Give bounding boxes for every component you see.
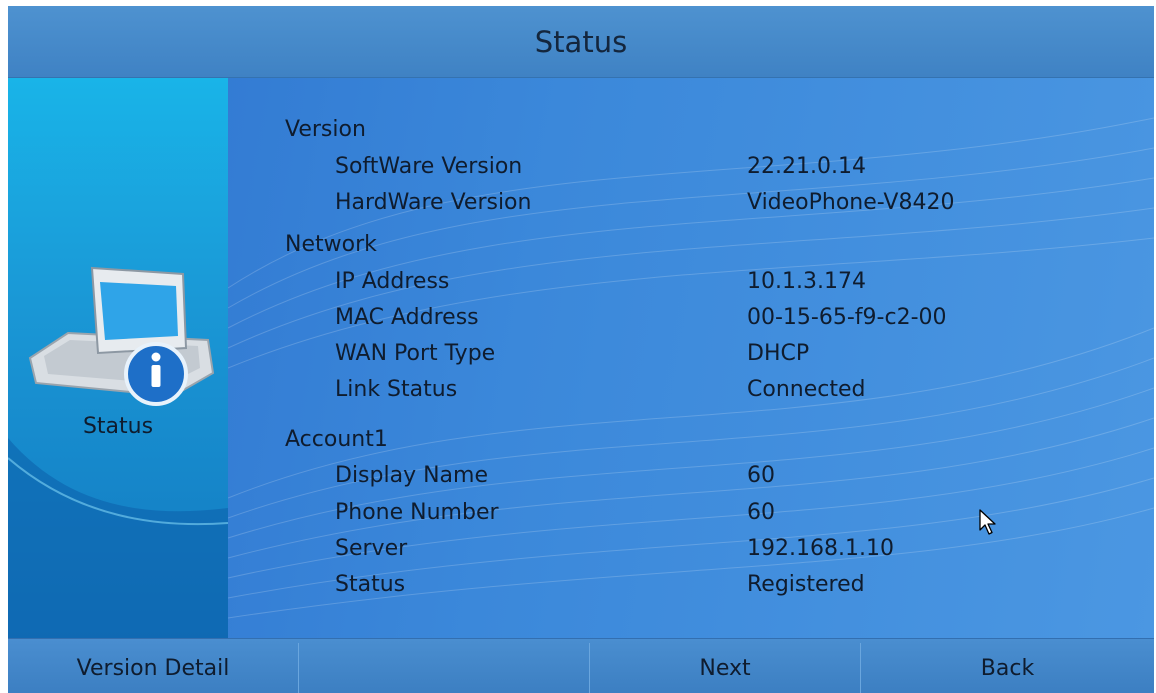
software-version-value: 22.21.0.14 — [747, 154, 866, 179]
link-status-value: Connected — [747, 377, 866, 402]
softkey-bar: Version Detail Next Back — [8, 638, 1154, 693]
version-detail-button[interactable]: Version Detail — [8, 639, 298, 693]
software-version-label: SoftWare Version — [335, 154, 523, 179]
display-name-value: 60 — [747, 463, 775, 488]
wan-port-type-value: DHCP — [747, 341, 810, 366]
phone-info-icon — [28, 266, 215, 406]
server-value: 192.168.1.10 — [747, 536, 894, 561]
left-panel-art — [8, 266, 228, 638]
mouse-pointer-icon — [979, 509, 996, 535]
mac-address-label: MAC Address — [335, 305, 479, 330]
panel-label: Status — [82, 414, 154, 439]
registration-status-label: Status — [335, 572, 406, 597]
section-network-title: Network — [285, 232, 377, 257]
left-panel: Status — [8, 78, 228, 638]
mac-address-value: 00-15-65-f9-c2-00 — [747, 305, 947, 330]
empty-softkey[interactable] — [299, 639, 589, 693]
status-content: Status Version SoftWare Version 22.21.0.… — [8, 78, 1154, 638]
ip-address-value: 10.1.3.174 — [747, 269, 866, 294]
section-account1-title: Account1 — [285, 427, 388, 452]
server-label: Server — [335, 536, 408, 561]
display-name-label: Display Name — [335, 463, 488, 488]
next-button[interactable]: Next — [590, 639, 860, 693]
wan-port-type-label: WAN Port Type — [335, 341, 496, 366]
phone-number-label: Phone Number — [335, 500, 499, 525]
title-bar: Status — [8, 6, 1154, 78]
hardware-version-label: HardWare Version — [335, 190, 532, 215]
page-title: Status — [534, 25, 628, 59]
phone-screen: Status Status Version SoftWare Version 2… — [8, 6, 1154, 693]
ip-address-label: IP Address — [335, 269, 450, 294]
section-version-title: Version — [285, 117, 366, 142]
back-button[interactable]: Back — [861, 639, 1154, 693]
link-status-label: Link Status — [335, 377, 458, 402]
registration-status-value: Registered — [747, 572, 865, 597]
phone-number-value: 60 — [747, 500, 775, 525]
hardware-version-value: VideoPhone-V8420 — [747, 190, 955, 215]
